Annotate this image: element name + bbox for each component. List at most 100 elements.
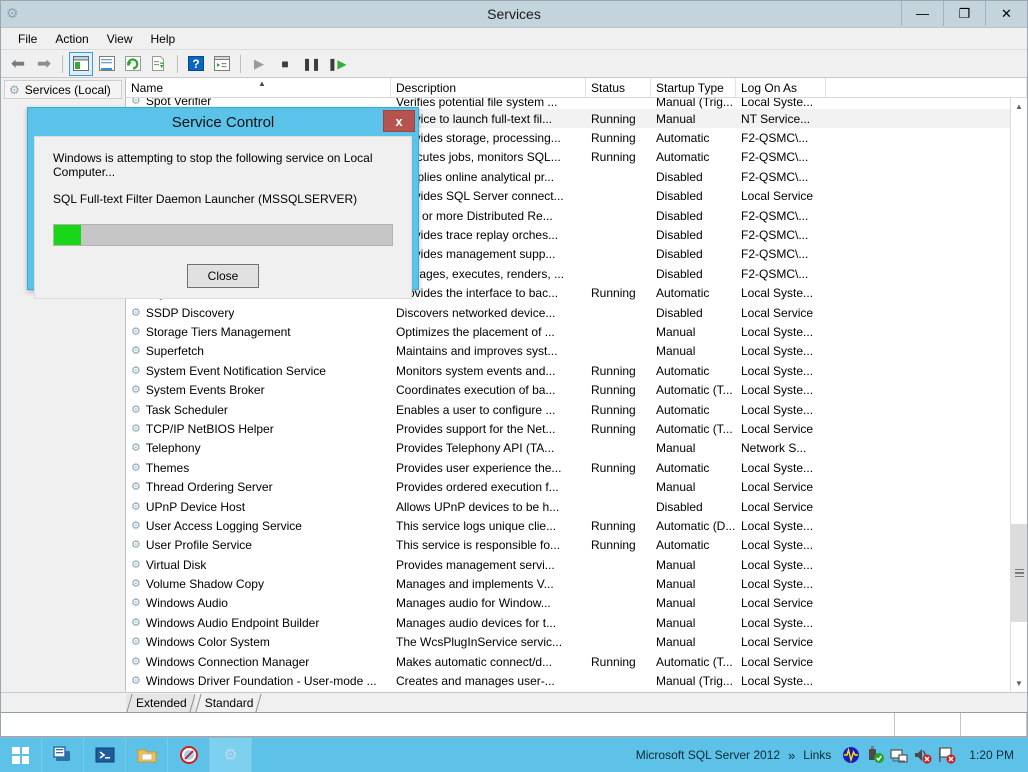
table-row[interactable]: ⚙ System Events Broker Coordinates executi…	[126, 380, 1010, 399]
table-row[interactable]: ⚙ Thread Ordering Server Provides ordered …	[126, 477, 1010, 496]
show-action-pane-button[interactable]	[210, 52, 234, 76]
links-label[interactable]: Links	[803, 748, 831, 762]
column-header-description[interactable]: Description	[391, 78, 586, 97]
table-row[interactable]: ⚙ Windows Encryption Provider Host Servic…	[126, 691, 1010, 692]
clock[interactable]: 1:20 PM	[969, 748, 1014, 762]
table-row[interactable]: ⚙ User Access Logging Service This service…	[126, 516, 1010, 535]
network-activity-icon[interactable]	[839, 743, 863, 767]
column-header-startup-type[interactable]: Startup Type	[651, 78, 736, 97]
volume-muted-icon[interactable]	[911, 743, 935, 767]
table-row[interactable]: ⚙ Task Scheduler Enables a user to configu…	[126, 400, 1010, 419]
menu-item-action[interactable]: Action	[46, 30, 97, 48]
table-row[interactable]: ⚙ System Event Notification Service Monito…	[126, 361, 1010, 380]
export-list-button[interactable]	[147, 52, 171, 76]
service-control-dialog: Service Control x Windows is attempting …	[27, 107, 419, 299]
file-explorer-icon[interactable]	[126, 738, 168, 772]
table-row[interactable]: ⚙ Virtual Disk Provides management servi..…	[126, 555, 1010, 574]
table-row[interactable]: ⚙ Windows Color System The WcsPlugInServic…	[126, 633, 1010, 652]
usb-safely-remove-icon[interactable]	[863, 743, 887, 767]
table-row[interactable]: ⚙ SSDP Discovery Discovers networked devic…	[126, 303, 1010, 322]
menu-item-file[interactable]: File	[9, 30, 46, 48]
table-row[interactable]: ⚙ User Profile Service This service is res…	[126, 536, 1010, 555]
dialog-close-icon[interactable]: x	[383, 110, 415, 132]
table-row[interactable]: ⚙ TCP/IP NetBIOS Helper Provides support f…	[126, 419, 1010, 438]
cell-description: One or more Distributed Re...	[396, 208, 553, 223]
menu-item-view[interactable]: View	[98, 30, 142, 48]
cell-log-on-as: F2-QSMC\...	[741, 228, 809, 243]
start-button[interactable]	[0, 738, 42, 772]
column-header-status[interactable]: Status	[586, 78, 651, 97]
cell-startup-type: Automatic	[656, 150, 710, 165]
toolbar-separator-3	[240, 54, 241, 73]
status-cell-3	[961, 713, 1027, 736]
column-header-log-on-as[interactable]: Log On As	[736, 78, 826, 97]
tab-standard[interactable]: Standard	[194, 694, 262, 712]
cell-startup-type: Automatic	[656, 538, 710, 553]
cell-description: Makes automatic connect/d...	[396, 654, 553, 669]
table-row[interactable]: ⚙ Themes Provides user experience the... Ru…	[126, 458, 1010, 477]
table-row[interactable]: ⚙ Superfetch Maintains and improves syst..…	[126, 342, 1010, 361]
service-name-label: Task Scheduler	[145, 402, 228, 417]
cell-startup-type: Disabled	[656, 228, 703, 243]
refresh-button[interactable]	[121, 52, 145, 76]
help-button[interactable]: ?	[184, 52, 208, 76]
table-row[interactable]: ⚙ Volume Shadow Copy Manages and implement…	[126, 574, 1010, 593]
table-row[interactable]: ⚙ Storage Tiers Management Optimizes the p…	[126, 322, 1010, 341]
cell-startup-type: Manual	[656, 480, 696, 495]
maximize-button[interactable]: ❐	[943, 1, 985, 26]
cell-description: Maintains and improves syst...	[396, 344, 558, 359]
internet-explorer-blocked-icon[interactable]	[168, 738, 210, 772]
tray-overflow-icon[interactable]: »	[788, 748, 795, 763]
cell-description: Executes jobs, monitors SQL...	[396, 150, 561, 165]
services-gear-icon[interactable]: ⚙	[210, 738, 252, 772]
start-service-button[interactable]: ▶	[247, 52, 271, 76]
window-controls: — ❐ ✕	[901, 1, 1027, 28]
close-button[interactable]: Close	[187, 264, 259, 288]
table-row[interactable]: ⚙ Telephony Provides Telephony API (TA... M…	[126, 439, 1010, 458]
cell-status: Running	[591, 460, 636, 475]
show-hide-console-tree-button[interactable]	[69, 51, 93, 76]
cell-startup-type: Automatic (T...	[656, 383, 733, 398]
cell-status: Running	[591, 421, 636, 436]
forward-button[interactable]: ➡	[32, 52, 56, 76]
cell-name: ⚙ SSDP Discovery	[126, 305, 391, 321]
cell-log-on-as: F2-QSMC\...	[741, 131, 809, 146]
tray-group-label[interactable]: Microsoft SQL Server 2012	[636, 748, 780, 762]
cell-startup-type: Manual	[656, 635, 696, 650]
cell-description: Provides storage, processing...	[396, 131, 561, 146]
properties-button[interactable]	[95, 52, 119, 76]
minimize-button[interactable]: —	[901, 1, 943, 26]
cell-description: Manages, executes, renders, ...	[396, 266, 565, 281]
back-button[interactable]: ⬅	[6, 52, 30, 76]
scroll-up-icon[interactable]: ▲	[1011, 98, 1027, 115]
scrollbar-thumb[interactable]	[1011, 523, 1027, 622]
sidebar-item-services-local[interactable]: ⚙ Services (Local)	[4, 80, 122, 99]
server-manager-icon[interactable]	[42, 738, 84, 772]
vertical-scrollbar[interactable]: ▲ ▼	[1010, 98, 1027, 692]
column-header-name[interactable]: Name ▲	[126, 78, 391, 97]
restart-service-button[interactable]: ❚▶	[325, 52, 349, 76]
table-row[interactable]: ⚙ UPnP Device Host Allows UPnP devices to …	[126, 497, 1010, 516]
action-center-flag-icon[interactable]	[935, 743, 959, 767]
cell-name: ⚙ Themes	[126, 460, 391, 476]
powershell-icon[interactable]	[84, 738, 126, 772]
table-row[interactable]: ⚙ Windows Audio Endpoint Builder Manages a…	[126, 613, 1010, 632]
taskbar: ⚙ Microsoft SQL Server 2012 » Links 1:20…	[0, 737, 1028, 772]
table-row[interactable]: ⚙ Windows Audio Manages audio for Window..…	[126, 594, 1010, 613]
tab-extended[interactable]: Extended	[126, 694, 195, 712]
close-button[interactable]: ✕	[985, 1, 1027, 26]
menu-item-help[interactable]: Help	[142, 30, 185, 48]
cell-log-on-as: Network S...	[741, 441, 807, 456]
network-status-icon[interactable]	[887, 743, 911, 767]
table-row[interactable]: ⚙ Windows Driver Foundation - User-mode .…	[126, 671, 1010, 690]
table-row[interactable]: ⚙ Windows Connection Manager Makes automat…	[126, 652, 1010, 671]
cell-startup-type: Manual	[656, 577, 696, 592]
service-gear-icon: ⚙	[131, 345, 141, 358]
scroll-down-icon[interactable]: ▼	[1011, 675, 1027, 692]
stop-service-button[interactable]: ■	[273, 52, 297, 76]
menu-bar: File Action View Help	[1, 28, 1027, 50]
scrollbar-track[interactable]	[1011, 115, 1027, 675]
pause-service-button[interactable]: ❚❚	[299, 52, 323, 76]
cell-log-on-as: Local Syste...	[741, 402, 814, 417]
dialog-message-line2: SQL Full-text Filter Daemon Launcher (MS…	[53, 192, 358, 206]
